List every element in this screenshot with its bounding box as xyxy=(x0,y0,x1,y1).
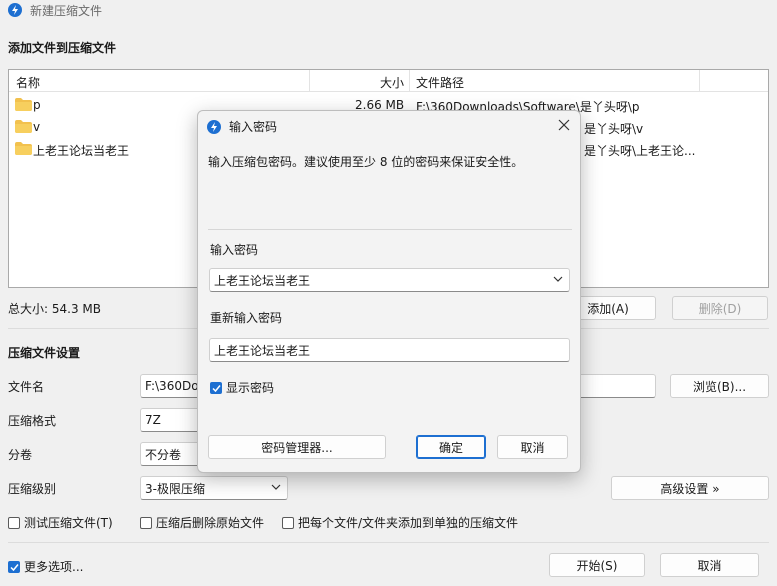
divider xyxy=(8,542,769,543)
delete-button[interactable]: 删除(D) xyxy=(672,296,768,320)
password-value: 上老王论坛当老王 xyxy=(214,273,311,288)
checkbox-label: 显示密码 xyxy=(226,381,275,395)
checkbox-box[interactable] xyxy=(8,560,20,573)
file-list-header: 名称 大小 文件路径 xyxy=(9,70,768,92)
delete-after-checkbox[interactable]: 压缩后删除原始文件 xyxy=(140,514,264,531)
checkbox-label: 更多选项... xyxy=(24,560,84,574)
folder-icon xyxy=(15,142,32,155)
split-value: 不分卷 xyxy=(145,447,182,462)
column-separator xyxy=(309,70,310,92)
checkbox-box[interactable] xyxy=(140,516,152,529)
bolt-icon xyxy=(207,119,221,134)
window-title: 新建压缩文件 xyxy=(30,3,103,18)
start-button[interactable]: 开始(S) xyxy=(549,553,645,577)
confirm-password-input[interactable]: 上老王论坛当老王 xyxy=(209,338,570,362)
folder-icon xyxy=(15,98,32,111)
file-name: v xyxy=(33,120,41,134)
file-name: 上老王论坛当老王 xyxy=(33,144,130,158)
checkbox-box[interactable] xyxy=(282,516,294,529)
checkbox-label: 测试压缩文件(T) xyxy=(24,516,113,530)
check-icon xyxy=(212,384,221,392)
column-path[interactable]: 文件路径 xyxy=(416,74,464,91)
dialog-cancel-button[interactable]: 取消 xyxy=(497,435,568,459)
password-dialog: 输入密码 输入压缩包密码。建议使用至少 8 位的密码来保证安全性。 输入密码 上… xyxy=(197,110,581,473)
filename-label: 文件名 xyxy=(8,380,45,394)
advanced-settings-button[interactable]: 高级设置 » xyxy=(611,476,769,500)
checkbox-box[interactable] xyxy=(210,381,222,394)
chevron-down-icon xyxy=(271,484,281,490)
cancel-button[interactable]: 取消 xyxy=(660,553,759,577)
dialog-title: 输入密码 xyxy=(229,120,278,134)
total-size: 总大小: 54.3 MB xyxy=(8,302,101,316)
show-password-checkbox[interactable]: 显示密码 xyxy=(210,379,274,396)
file-name: p xyxy=(33,98,41,112)
level-value: 3-极限压缩 xyxy=(145,481,205,496)
chevron-down-icon[interactable] xyxy=(553,274,563,284)
divider xyxy=(208,229,572,230)
column-name[interactable]: 名称 xyxy=(16,74,40,91)
close-icon[interactable] xyxy=(556,117,572,133)
checkbox-box[interactable] xyxy=(8,516,20,529)
more-options-checkbox[interactable]: 更多选项... xyxy=(8,558,83,575)
browse-button[interactable]: 浏览(B)... xyxy=(670,374,769,398)
password-input[interactable]: 上老王论坛当老王 xyxy=(209,268,570,292)
settings-section-title: 压缩文件设置 xyxy=(8,346,81,360)
split-label: 分卷 xyxy=(8,448,33,462)
test-archive-checkbox[interactable]: 测试压缩文件(T) xyxy=(8,514,113,531)
checkbox-label: 压缩后删除原始文件 xyxy=(156,516,265,530)
checkbox-label: 把每个文件/文件夹添加到单独的压缩文件 xyxy=(298,516,519,530)
format-label: 压缩格式 xyxy=(8,414,57,428)
file-path: 是丫头呀\上老王论... xyxy=(584,144,696,158)
dialog-title-bar: 输入密码 xyxy=(207,118,277,135)
file-path: 是丫头呀\v xyxy=(584,122,644,136)
separate-archives-checkbox[interactable]: 把每个文件/文件夹添加到单独的压缩文件 xyxy=(282,514,518,531)
confirm-password-label: 重新输入密码 xyxy=(210,311,283,325)
dialog-description: 输入压缩包密码。建议使用至少 8 位的密码来保证安全性。 xyxy=(208,155,524,169)
add-section-title: 添加文件到压缩文件 xyxy=(8,41,117,55)
folder-icon xyxy=(15,120,32,133)
column-separator xyxy=(699,70,700,92)
level-select[interactable]: 3-极限压缩 xyxy=(140,476,288,500)
check-icon xyxy=(10,563,19,571)
format-value: 7Z xyxy=(145,413,161,427)
ok-button[interactable]: 确定 xyxy=(416,435,486,459)
password-label: 输入密码 xyxy=(210,243,259,257)
password-manager-button[interactable]: 密码管理器... xyxy=(208,435,386,459)
level-label: 压缩级别 xyxy=(8,482,57,496)
column-size[interactable]: 大小 xyxy=(380,74,404,91)
column-separator xyxy=(409,70,410,92)
bolt-icon xyxy=(8,3,22,17)
title-bar: 新建压缩文件 xyxy=(0,0,777,20)
